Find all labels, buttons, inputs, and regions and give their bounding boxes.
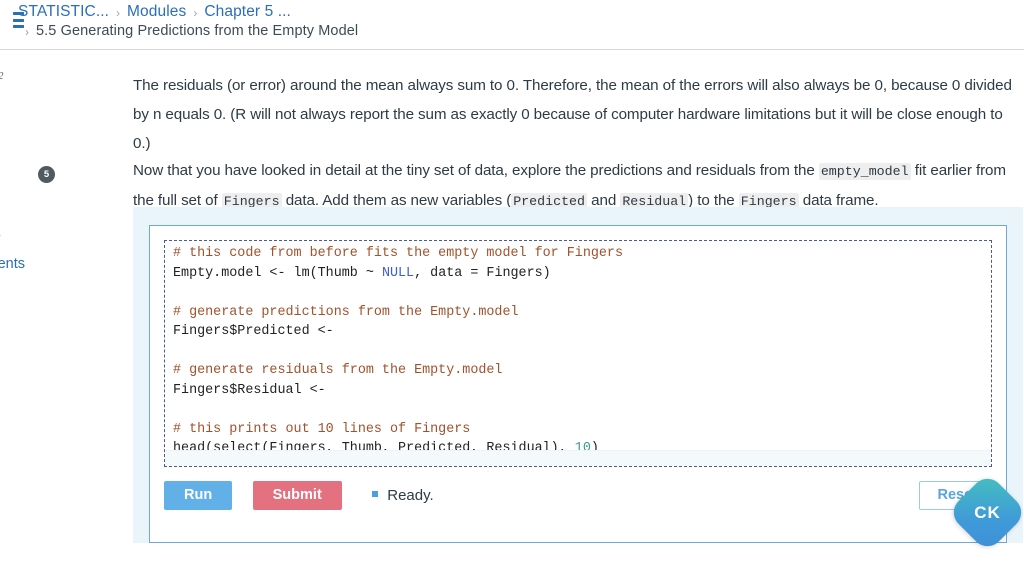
sidebar-item-assignments[interactable]: Assignments [0, 249, 60, 279]
hamburger-line [13, 12, 24, 15]
breadcrumb-current-row: › 5.5 Generating Predictions from the Em… [18, 23, 358, 39]
sidebar-item-label: Assignments [0, 256, 26, 272]
code-comment-4: # this prints out 10 lines of Fingers [173, 421, 471, 437]
breadcrumb-item-course[interactable]: STATISTIC... [18, 3, 109, 21]
course-nav-sidebar: Semester 2022 Home Syllabus Grades 5 Peo… [0, 51, 60, 543]
paragraph-text: Now that you have looked in detail at th… [133, 162, 819, 180]
sidebar-nav-list: Home Syllabus Grades 5 People Modules As… [0, 99, 60, 279]
ck-help-badge[interactable]: CK [947, 472, 1024, 553]
sidebar-item-home[interactable]: Home [0, 99, 60, 129]
status-badge: 5 [38, 166, 55, 183]
breadcrumb-separator-icon: › [25, 25, 29, 39]
inline-code-empty-model: empty_model [818, 163, 911, 181]
page-title: 5.5 Generating Predictions from the Empt… [36, 23, 359, 39]
sidebar-item-grades[interactable]: Grades 5 [0, 159, 60, 189]
status-text: Ready. [372, 481, 434, 510]
code-keyword-null: NULL [381, 265, 415, 281]
main-content: The residuals (or error) around the mean… [120, 51, 1024, 543]
breadcrumb-separator-icon: › [116, 6, 121, 20]
breadcrumb-bar: STATISTIC... › Modules › Chapter 5 ... ›… [0, 0, 1024, 50]
run-button[interactable]: Run [164, 481, 233, 510]
sidebar-item-people[interactable]: People [0, 189, 60, 219]
editor-button-row: Run Submit Ready. Reset [164, 481, 996, 513]
code-editor[interactable]: # this code from before fits the empty m… [164, 240, 992, 467]
submit-button[interactable]: Submit [252, 481, 342, 510]
code-line-5: Fingers$Predicted <- [173, 324, 334, 339]
breadcrumb: STATISTIC... › Modules › Chapter 5 ... [13, 3, 291, 28]
code-editor-content: # this code from before fits the empty m… [173, 244, 623, 459]
editor-scrollbar[interactable] [165, 450, 991, 466]
sidebar-item-label: Modules [0, 226, 1, 242]
breadcrumb-separator-icon: › [193, 6, 198, 20]
ck-badge-label: CK [974, 503, 1001, 522]
code-line-2a: Empty.model <- lm(Thumb ~ [173, 265, 382, 281]
status-label: Ready. [387, 487, 434, 504]
sidebar-item-syllabus[interactable]: Syllabus [0, 129, 60, 159]
code-line-2c: , data = Fingers) [414, 265, 551, 281]
paragraph-residuals: The residuals (or error) around the mean… [133, 77, 1012, 153]
code-exercise-widget: # this code from before fits the empty m… [133, 207, 1023, 543]
sidebar-item-modules[interactable]: Modules [0, 219, 60, 249]
hamburger-line [13, 18, 24, 22]
code-comment-3: # generate residuals from the Empty.mode… [173, 363, 503, 378]
breadcrumb-item-chapter[interactable]: Chapter 5 ... [204, 3, 291, 21]
code-comment-1: # this code from before fits the empty m… [173, 246, 623, 261]
code-comment-2: # generate predictions from the Empty.mo… [173, 304, 519, 320]
sidebar-term-label: Semester 2022 [0, 71, 4, 82]
code-line-8: Fingers$Residual <- [173, 382, 326, 398]
status-dot-icon [372, 491, 379, 497]
breadcrumb-item-modules[interactable]: Modules [127, 3, 186, 21]
editor-panel: # this code from before fits the empty m… [149, 225, 1007, 543]
